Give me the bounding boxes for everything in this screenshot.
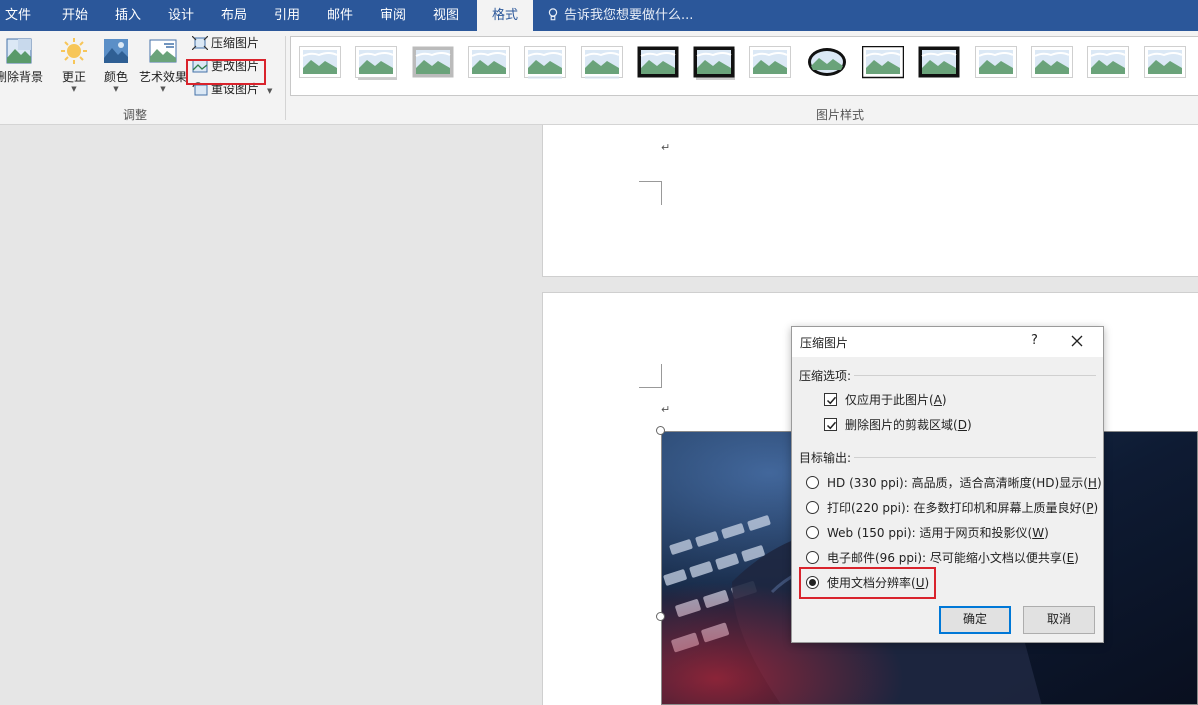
- picture-style-thumbnail[interactable]: [299, 46, 341, 80]
- apply-only-label: 仅应用于此图片(A): [845, 393, 947, 407]
- resolution-option-label: 电子邮件(96 ppi): 尽可能缩小文档以便共享(E): [827, 551, 1079, 565]
- help-button[interactable]: ?: [1031, 333, 1038, 348]
- picture-style-thumbnail[interactable]: [693, 46, 736, 80]
- artistic-effects-icon: [149, 39, 177, 63]
- picture-style-thumbnail[interactable]: [412, 46, 454, 80]
- picture-style-thumbnail[interactable]: [637, 46, 679, 80]
- margin-corner-mark: [639, 364, 662, 388]
- divider: [854, 457, 1096, 458]
- picture-style-thumbnail[interactable]: [467, 46, 510, 80]
- checkmark-icon: [826, 396, 837, 405]
- picture-style-thumbnail[interactable]: [355, 46, 398, 80]
- resolution-option-label: HD (330 ppi): 高品质，适合高清晰度(HD)显示(H): [827, 476, 1102, 490]
- tell-me-text: 告诉我您想要做什么...: [564, 8, 694, 23]
- compression-options-heading: 压缩选项:: [799, 369, 852, 383]
- tab-format[interactable]: 格式: [477, 0, 533, 31]
- sun-icon: [61, 38, 87, 64]
- margin-corner-mark: [639, 181, 662, 205]
- tab-design[interactable]: 设计: [160, 0, 202, 31]
- delete-cropped-label: 删除图片的剪裁区域(D): [845, 418, 972, 432]
- compress-pictures-dialog: 压缩图片 ? 压缩选项: 仅应用于此图片(A) 删除图片的剪裁区域(D) 目标输…: [791, 326, 1104, 643]
- ribbon: 删除背景 更正 ▼ 颜色 ▼ 艺术效果 ▼ 压缩图片 更改图片 重设图片 ▼ 调整…: [0, 31, 1198, 125]
- dropdown-arrow-icon: ▼: [113, 85, 119, 93]
- picture-style-thumbnail[interactable]: [1030, 46, 1073, 80]
- document-page[interactable]: ↵: [542, 125, 1198, 277]
- picture-styles-group-label: 图片样式: [815, 108, 864, 122]
- menu-bar: 文件 开始 插入 设计 布局 引用 邮件 审阅 视图 格式 告诉我您想要做什么.…: [0, 0, 1198, 31]
- radio-button[interactable]: [806, 551, 819, 564]
- paragraph-mark: ↵: [661, 403, 671, 416]
- picture-style-thumbnail[interactable]: [1087, 46, 1130, 80]
- dropdown-arrow-icon: ▼: [267, 87, 273, 95]
- picture-style-thumbnail[interactable]: [1143, 46, 1186, 80]
- picture-style-thumbnail[interactable]: [918, 46, 960, 80]
- divider: [854, 375, 1096, 376]
- dialog-title: 压缩图片: [800, 336, 849, 350]
- cancel-button[interactable]: 取消: [1023, 606, 1095, 634]
- remove-background-button[interactable]: 删除背景: [0, 36, 44, 85]
- radio-button[interactable]: [806, 476, 819, 489]
- tab-layout[interactable]: 布局: [213, 0, 255, 31]
- dialog-title-bar: 压缩图片 ?: [792, 327, 1103, 357]
- artistic-effects-button[interactable]: 艺术效果 ▼: [136, 36, 190, 94]
- target-output-heading: 目标输出:: [799, 451, 852, 465]
- compress-pictures-label: 压缩图片: [211, 36, 260, 50]
- corrections-label: 更正: [61, 70, 86, 84]
- lightbulb-icon: [548, 8, 558, 21]
- picture-styles-gallery[interactable]: [290, 36, 1198, 96]
- tab-file[interactable]: 文件: [0, 0, 36, 31]
- remove-background-label: 删除背景: [0, 70, 43, 84]
- color-icon: [104, 39, 128, 63]
- artistic-effects-label: 艺术效果: [138, 70, 187, 84]
- tab-references[interactable]: 引用: [266, 0, 308, 31]
- tab-mailings[interactable]: 邮件: [319, 0, 361, 31]
- picture-style-thumbnail[interactable]: [806, 46, 848, 80]
- paragraph-mark: ↵: [661, 141, 671, 154]
- tell-me-box[interactable]: 告诉我您想要做什么...: [548, 0, 693, 31]
- tab-view[interactable]: 视图: [425, 0, 467, 31]
- apply-only-checkbox[interactable]: [824, 393, 837, 406]
- resize-handle[interactable]: [656, 612, 665, 621]
- color-button[interactable]: 颜色 ▼: [99, 36, 133, 94]
- ok-button[interactable]: 确定: [939, 606, 1011, 634]
- resolution-option-label: Web (150 ppi): 适用于网页和投影仪(W): [827, 526, 1049, 540]
- document-resolution-highlight-box: [799, 567, 936, 599]
- radio-button[interactable]: [806, 526, 819, 539]
- color-label: 颜色: [103, 70, 128, 84]
- adjust-group-label: 调整: [122, 108, 147, 122]
- compress-highlight-box: [186, 59, 266, 85]
- resize-handle[interactable]: [656, 426, 665, 435]
- picture-style-thumbnail[interactable]: [524, 46, 567, 80]
- tab-home[interactable]: 开始: [54, 0, 96, 31]
- corrections-button[interactable]: 更正 ▼: [57, 36, 91, 94]
- checkmark-icon: [826, 421, 837, 430]
- resolution-option-label: 打印(220 ppi): 在多数打印机和屏幕上质量良好(P): [827, 501, 1099, 515]
- tab-insert[interactable]: 插入: [107, 0, 149, 31]
- dropdown-arrow-icon: ▼: [160, 85, 166, 93]
- tab-review[interactable]: 审阅: [372, 0, 414, 31]
- dropdown-arrow-icon: ▼: [71, 85, 77, 93]
- delete-cropped-checkbox[interactable]: [824, 418, 837, 431]
- picture-style-thumbnail[interactable]: [749, 46, 792, 80]
- compress-pictures-button[interactable]: 压缩图片: [192, 33, 259, 54]
- picture-style-thumbnail[interactable]: [974, 46, 1017, 80]
- picture-style-thumbnail[interactable]: [580, 46, 623, 80]
- compress-icon: [192, 36, 208, 50]
- group-separator: [285, 36, 286, 120]
- close-icon[interactable]: [1071, 335, 1083, 347]
- picture-style-thumbnail[interactable]: [862, 46, 904, 80]
- radio-button[interactable]: [806, 501, 819, 514]
- remove-background-icon: [6, 38, 32, 64]
